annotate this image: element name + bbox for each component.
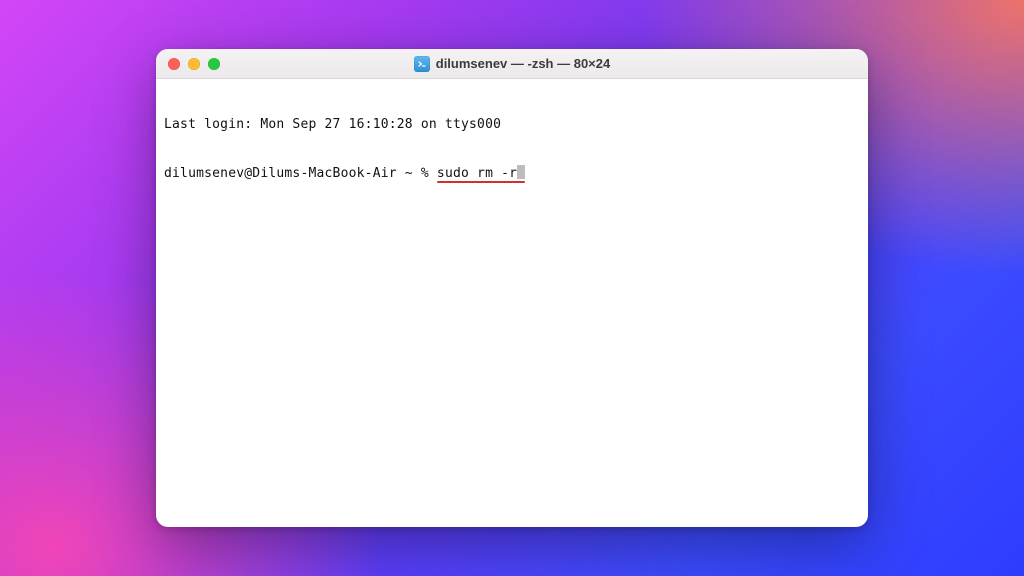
terminal-icon [414,56,430,72]
last-login-line: Last login: Mon Sep 27 16:10:28 on ttys0… [164,117,860,133]
command-highlight [437,181,525,183]
title-center: dilumsenev — -zsh — 80×24 [156,49,868,78]
cursor [517,165,525,179]
command-text: sudo rm -r [437,166,517,181]
traffic-lights [168,58,220,70]
prompt-text: dilumsenev@Dilums-MacBook-Air ~ % [164,166,437,181]
terminal-window: dilumsenev — -zsh — 80×24 Last login: Mo… [156,49,868,527]
window-title: dilumsenev — -zsh — 80×24 [436,56,610,71]
zoom-icon[interactable] [208,58,220,70]
prompt-line: dilumsenev@Dilums-MacBook-Air ~ % sudo r… [164,165,860,182]
minimize-icon[interactable] [188,58,200,70]
terminal-body[interactable]: Last login: Mon Sep 27 16:10:28 on ttys0… [156,79,868,527]
titlebar: dilumsenev — -zsh — 80×24 [156,49,868,79]
close-icon[interactable] [168,58,180,70]
